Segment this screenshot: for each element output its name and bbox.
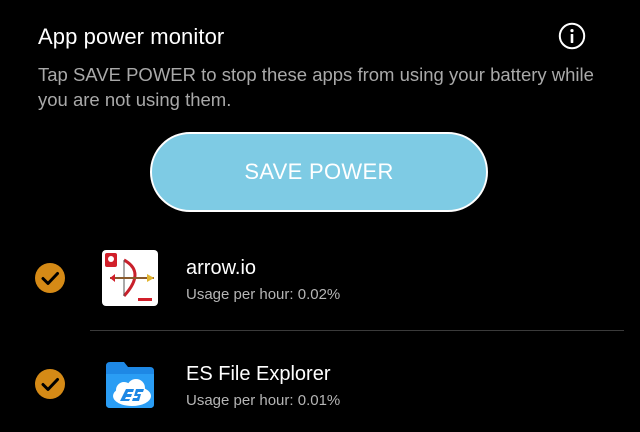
checkmark-icon[interactable] [34,368,66,400]
es-file-explorer-icon-graphic [106,362,154,408]
checkmark-icon-graphic [35,369,65,399]
page-title: App power monitor [38,24,225,49]
app-power-monitor-screen: App power monitor Tap SAVE POWER to stop… [0,0,640,432]
usage-text: Usage per hour: 0.02% [186,286,340,304]
save-power-label: SAVE POWER [244,159,394,184]
arrow-io-icon-graphic [102,250,158,306]
description-text: Tap SAVE POWER to stop these apps from u… [38,64,594,110]
usage-value: 0.01% [297,392,341,409]
usage-label: Usage per hour: [186,392,298,409]
checkmark-icon-graphic [35,263,65,293]
usage-value: 0.02% [297,286,341,303]
divider [90,330,624,331]
app-name: ES File Explorer [186,363,331,385]
list-item[interactable]: ES File Explorer Usage per hour: 0.01% [0,346,640,430]
checkmark-icon[interactable] [34,262,66,294]
info-icon-graphic [558,22,586,50]
es-file-explorer-app-icon [102,356,158,412]
usage-text: Usage per hour: 0.01% [186,392,340,410]
app-name: arrow.io [186,257,257,279]
list-item[interactable]: arrow.io Usage per hour: 0.02% [0,236,640,320]
arrow-io-app-icon [102,250,158,306]
usage-label: Usage per hour: [186,286,298,303]
info-icon[interactable] [558,22,586,50]
save-power-button[interactable]: SAVE POWER [150,132,488,212]
